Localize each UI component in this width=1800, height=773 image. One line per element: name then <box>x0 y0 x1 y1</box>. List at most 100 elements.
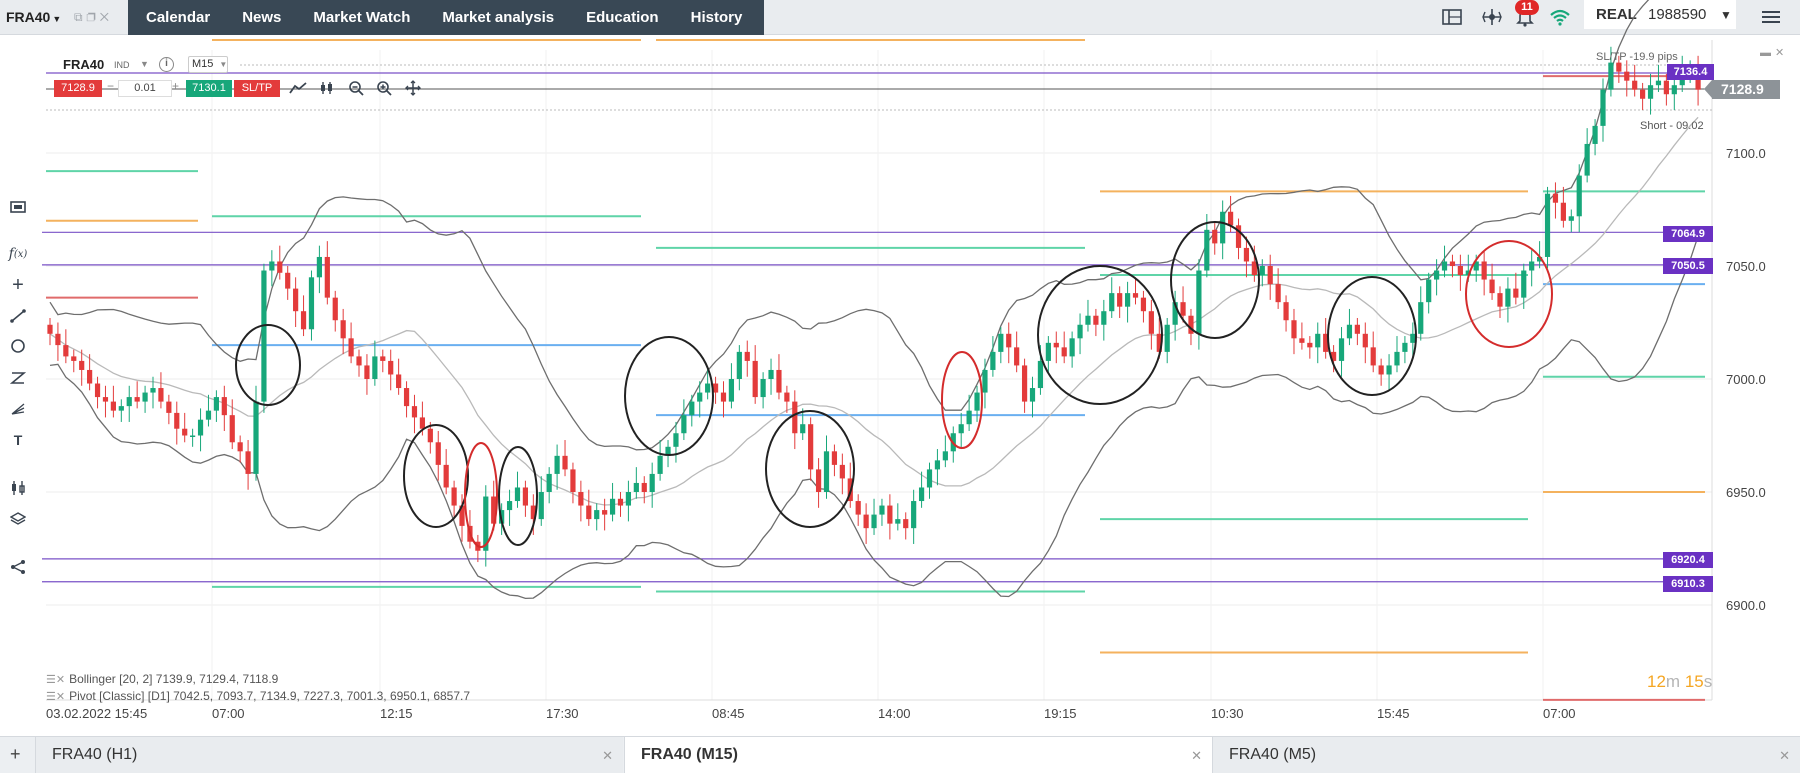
candle-body <box>506 501 513 511</box>
candle-body <box>396 374 402 389</box>
candle-body <box>182 428 188 436</box>
candle-body <box>1632 80 1638 90</box>
candle-body <box>324 256 330 298</box>
level-tag[interactable]: 7050.5 <box>1663 258 1713 274</box>
candle-body <box>1640 89 1646 99</box>
buy-button[interactable]: 7130.1 <box>186 80 232 97</box>
candle-body <box>1418 302 1424 334</box>
sltp-button[interactable]: SL/TP <box>234 80 280 97</box>
quantity-input[interactable]: 0.01 <box>118 80 172 97</box>
tab-fra40-h1[interactable]: FRA40 (H1) ✕ <box>35 737 623 773</box>
close-icon[interactable]: ✕ <box>602 748 613 764</box>
candle-body <box>926 469 933 488</box>
candle-body <box>1315 333 1321 348</box>
settings-icon[interactable]: ☰✕ <box>46 674 65 686</box>
candles-type-icon[interactable] <box>6 477 30 499</box>
candle-body <box>142 392 148 402</box>
candle-body <box>1037 360 1044 389</box>
chevron-down-icon[interactable]: ▼ <box>140 59 149 69</box>
candle-body <box>102 397 109 402</box>
circle-icon[interactable] <box>6 335 30 357</box>
candle-body <box>1616 62 1622 72</box>
text-tool-icon[interactable]: T <box>6 429 30 451</box>
candle-body <box>522 487 529 506</box>
time-tick: 07:00 <box>212 706 245 721</box>
candle-body <box>277 261 283 273</box>
qty-decrease-button[interactable]: − <box>107 79 114 93</box>
candle-body <box>293 288 299 312</box>
zoom-out-icon[interactable] <box>345 78 367 98</box>
move-icon[interactable] <box>402 78 424 98</box>
maximize-icon[interactable]: ▬ <box>1760 47 1775 59</box>
candle-body <box>1029 388 1036 402</box>
candle-chart-icon[interactable] <box>316 78 338 98</box>
bollinger-legend[interactable]: ☰✕ Bollinger [20, 2] 7139.9, 7129.4, 7118… <box>46 672 278 686</box>
candle-body <box>1117 293 1123 307</box>
tab-fra40-m15[interactable]: FRA40 (M15) ✕ <box>624 737 1212 773</box>
qty-increase-button[interactable]: + <box>172 79 179 93</box>
line-chart-icon[interactable] <box>287 78 309 98</box>
zoom-in-icon[interactable] <box>373 78 395 98</box>
candle-body <box>1259 266 1265 276</box>
settings-icon[interactable]: ☰✕ <box>46 691 65 703</box>
candle-body <box>364 365 370 379</box>
candle-body <box>1449 261 1456 266</box>
candle-body <box>982 369 988 393</box>
candle-body <box>1164 324 1170 352</box>
candle-body <box>1053 342 1059 348</box>
candle-body <box>1671 85 1677 95</box>
screen-icon[interactable] <box>6 196 30 218</box>
candle-body <box>800 424 806 434</box>
candle-body <box>736 351 742 379</box>
candle-body <box>966 410 972 425</box>
close-icon[interactable]: ✕ <box>1775 47 1788 59</box>
candle-body <box>94 383 101 398</box>
candle-body <box>1624 71 1630 81</box>
pivot-legend[interactable]: ☰✕ Pivot [Classic] [D1] 7042.5, 7093.7, 7… <box>46 689 470 703</box>
candle-body <box>348 338 354 357</box>
candle-body <box>205 410 212 420</box>
candle-body <box>863 514 869 529</box>
sell-button[interactable]: 7128.9 <box>54 80 102 97</box>
level-tag[interactable]: 6920.4 <box>1663 552 1713 568</box>
crosshair-icon[interactable]: + <box>6 274 30 296</box>
time-tick: 07:00 <box>1543 706 1576 721</box>
share-icon[interactable] <box>6 556 30 578</box>
close-icon[interactable]: ✕ <box>1779 748 1790 764</box>
fibonacci-icon[interactable] <box>6 367 30 389</box>
candle-body <box>340 320 346 339</box>
timeframe-select[interactable]: M15 ▼ <box>188 56 228 73</box>
candle-body <box>308 277 315 330</box>
candle-body <box>1560 202 1566 221</box>
tab-fra40-m5[interactable]: FRA40 (M5) ✕ <box>1212 737 1800 773</box>
candle-body <box>190 435 196 437</box>
candle-body <box>744 351 750 361</box>
fan-icon[interactable] <box>6 398 30 420</box>
layers-icon[interactable] <box>6 508 30 530</box>
candle-body <box>1584 143 1590 176</box>
level-tag[interactable]: 6910.3 <box>1663 576 1713 592</box>
function-icon[interactable]: f (x) <box>6 243 30 265</box>
chart-window-controls[interactable]: ▬✕ <box>1760 46 1788 59</box>
trendline-icon[interactable] <box>6 305 30 327</box>
candle-body <box>411 406 418 418</box>
current-price-tag: 7128.9 <box>1704 80 1780 99</box>
price-chart[interactable] <box>0 0 1800 773</box>
add-tab-button[interactable]: + <box>10 744 21 765</box>
candle-body <box>1576 175 1582 217</box>
level-tag[interactable]: 7064.9 <box>1663 226 1713 242</box>
time-tick: 15:45 <box>1377 706 1410 721</box>
position-price-tag[interactable]: 7136.4 <box>1667 64 1714 80</box>
candle-body <box>1370 347 1376 366</box>
info-icon[interactable]: i <box>159 57 174 72</box>
trading-app: FRA40 ▼ ⧉❐✕ Calendar News Market Watch Ma… <box>0 0 1800 773</box>
candle-body <box>316 256 322 278</box>
candle-body <box>1196 270 1202 334</box>
annotation-ellipse <box>464 442 498 548</box>
candle-body <box>586 505 592 520</box>
close-icon[interactable]: ✕ <box>1191 748 1202 764</box>
candle-body <box>63 345 69 357</box>
candle-body <box>617 498 624 506</box>
candle-body <box>1061 347 1067 357</box>
candle-body <box>609 498 616 515</box>
